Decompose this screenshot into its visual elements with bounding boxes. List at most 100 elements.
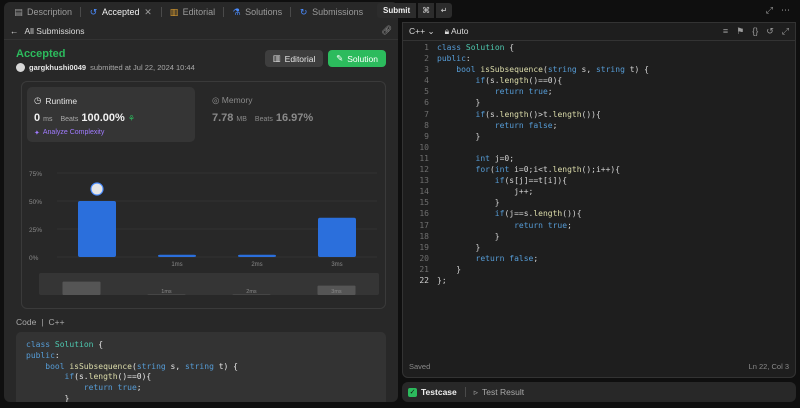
- line-number: 16: [419, 209, 429, 219]
- window-controls: ⤢ ⋯: [766, 5, 790, 16]
- runtime-value-row: 0 ms Beats 100.00% ⚘: [34, 112, 135, 124]
- console-bar: ✓ Testcase ▹ Test Result: [402, 382, 796, 402]
- code-line[interactable]: 13 if(s[j]==t[i]){: [403, 176, 795, 187]
- line-number: 4: [424, 76, 429, 86]
- memory-unit: MB: [236, 116, 247, 123]
- editor-header: C++ ⌄ 🔒︎ Auto ≡ ⚑ {} ↺ ⤢: [403, 23, 795, 41]
- code-line[interactable]: 8 return false;: [403, 121, 795, 132]
- y-tick-label: 50%: [29, 199, 42, 206]
- x-tick-label: 1ms: [171, 262, 182, 268]
- line-code: return true;: [514, 220, 572, 230]
- editorial-button[interactable]: ▥ Editorial: [265, 50, 323, 67]
- back-arrow-icon[interactable]: ←: [10, 26, 19, 36]
- code-line[interactable]: 17 return true;: [403, 221, 795, 232]
- avatar: [16, 63, 25, 72]
- code-line[interactable]: 16 if(j==s.length()){: [403, 209, 795, 220]
- more-icon[interactable]: ⋯: [781, 5, 790, 16]
- code-line[interactable]: 18 }: [403, 232, 795, 243]
- line-code: if(s.length()==0){: [475, 76, 563, 86]
- expand-icon[interactable]: ⤢: [766, 5, 773, 16]
- code-line[interactable]: 10: [403, 143, 795, 154]
- submit-button[interactable]: Submit: [377, 3, 417, 18]
- language-select[interactable]: C++ ⌄: [409, 26, 435, 37]
- tab-test-result[interactable]: ▹ Test Result: [474, 387, 524, 398]
- runtime-label: Runtime: [45, 95, 78, 106]
- terminal-icon: ▹: [473, 386, 479, 397]
- code-line[interactable]: 19 }: [403, 243, 795, 254]
- solution-button[interactable]: ✎ Solution: [328, 50, 386, 67]
- code-editor[interactable]: 1 class Solution {2 public: 3 bool isSubseq…: [403, 43, 795, 353]
- line-number: 5: [424, 87, 429, 97]
- code-line[interactable]: 15 }: [403, 198, 795, 209]
- x-tick-label: 3ms: [331, 262, 342, 268]
- auto-mode[interactable]: 🔒︎ Auto: [445, 26, 469, 37]
- code-line[interactable]: 9 }: [403, 132, 795, 143]
- code-editor-panel: C++ ⌄ 🔒︎ Auto ≡ ⚑ {} ↺ ⤢ 1 class Solution…: [402, 22, 796, 378]
- code-line[interactable]: 7 if(s.length()>t.length()){: [403, 110, 795, 121]
- code-line[interactable]: 3 bool isSubsequence(string s, string t)…: [403, 65, 795, 76]
- code-line[interactable]: 5 return true;: [403, 87, 795, 98]
- code-line[interactable]: 12 for(int i=0;i<t.length();i++){: [403, 165, 795, 176]
- runtime-card[interactable]: ◷ Runtime 0 ms Beats 100.00% ⚘ ✦ Analyze…: [27, 87, 195, 142]
- code-line[interactable]: 20 return false;: [403, 254, 795, 265]
- format-icon[interactable]: ≡: [723, 26, 728, 37]
- line-number: 2: [424, 54, 429, 64]
- line-code: if(j==s.length()){: [494, 209, 582, 219]
- runtime-distribution-chart[interactable]: 75% 50% 25% 0% 1ms 2ms 3ms 1ms 2ms 3ms: [27, 167, 382, 307]
- left-tabs: ▤ Description ↺ Accepted ✕ ▥ Editorial ⚗…: [4, 2, 398, 22]
- testcase-label: Testcase: [421, 387, 457, 397]
- line-number: 20: [419, 253, 429, 263]
- checkbox-icon: ✓: [408, 387, 417, 397]
- reset-icon[interactable]: ↺: [766, 26, 774, 37]
- flask-icon: ⚗: [232, 6, 241, 17]
- tab-testcase[interactable]: ✓ Testcase: [408, 387, 457, 397]
- memory-card[interactable]: ◎ Memory 7.78 MB Beats 16.97%: [212, 87, 380, 142]
- code-line[interactable]: 14 j++;: [403, 187, 795, 198]
- line-code: }: [437, 198, 500, 208]
- line-code: };: [437, 275, 447, 285]
- code-line[interactable]: 11 int j=0;: [403, 154, 795, 165]
- submitted-code-preview[interactable]: class Solution { public: bool isSubseque…: [16, 332, 386, 402]
- line-code: bool isSubsequence(string s, string t) {: [456, 65, 649, 75]
- code-line[interactable]: 4 if(s.length()==0){: [403, 76, 795, 87]
- code-line[interactable]: 1 class Solution {: [403, 43, 795, 54]
- line-code: for(int i=0;i<t.length();i++){: [475, 165, 621, 175]
- braces-icon[interactable]: {}: [752, 26, 758, 37]
- all-submissions-link[interactable]: All Submissions: [25, 26, 85, 36]
- test-result-label: Test Result: [482, 387, 525, 397]
- fullscreen-icon[interactable]: ⤢: [782, 26, 789, 37]
- tab-accepted[interactable]: ↺ Accepted ✕: [85, 4, 157, 20]
- code-line[interactable]: 2 public:: [403, 54, 795, 65]
- tab-label: Submissions: [312, 7, 364, 17]
- link-icon[interactable]: 🔗︎: [381, 25, 392, 36]
- line-number: 6: [424, 98, 429, 108]
- analyze-complexity-link[interactable]: ✦ Analyze Complexity: [34, 129, 104, 137]
- code-line[interactable]: 6 }: [403, 98, 795, 109]
- editor-tools: ≡ ⚑ {} ↺ ⤢: [723, 26, 789, 37]
- book-icon: ▥: [272, 53, 281, 63]
- language-value: C++: [409, 26, 426, 36]
- code-line[interactable]: 21 }: [403, 265, 795, 276]
- line-code: public:: [437, 54, 471, 64]
- mode-value: Auto: [450, 26, 469, 36]
- line-code: }: [437, 131, 481, 141]
- line-code: }: [437, 231, 500, 241]
- line-code: }: [437, 242, 481, 252]
- close-icon[interactable]: ✕: [144, 7, 153, 17]
- tab-divider: [223, 7, 225, 17]
- line-code: int j=0;: [475, 153, 515, 163]
- memory-value-row: 7.78 MB Beats 16.97%: [212, 112, 313, 124]
- bookmark-icon[interactable]: ⚑: [736, 26, 744, 37]
- fire-icon: ⚘: [127, 114, 135, 123]
- tab-description[interactable]: ▤ Description: [10, 4, 76, 20]
- tab-editorial[interactable]: ▥ Editorial: [166, 4, 220, 20]
- code-line[interactable]: 22};: [403, 276, 795, 287]
- tab-submissions[interactable]: ↻ Submissions: [295, 4, 367, 20]
- y-tick-label: 25%: [29, 227, 42, 234]
- tab-solutions[interactable]: ⚗ Solutions: [228, 4, 286, 20]
- tab-divider: [80, 7, 82, 17]
- memory-beats-value: 16.97%: [275, 112, 314, 124]
- divider: [464, 387, 466, 397]
- username[interactable]: gargkhushi0049: [29, 63, 86, 72]
